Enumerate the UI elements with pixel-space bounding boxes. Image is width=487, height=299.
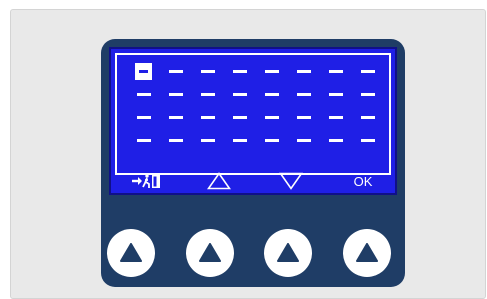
grid-cell-dash xyxy=(265,70,279,73)
grid-cell-dash xyxy=(201,139,215,142)
softkey-down[interactable] xyxy=(255,171,327,191)
triangle-up-filled-icon xyxy=(277,243,299,262)
grid-cell-dash xyxy=(233,70,247,73)
grid-cell-dash xyxy=(297,70,311,73)
grid-cell-dash xyxy=(329,139,343,142)
grid-cell-dash xyxy=(297,139,311,142)
grid-cell-dash xyxy=(137,116,151,119)
hardware-button-3[interactable] xyxy=(264,229,312,277)
grid-cell-dash xyxy=(201,70,215,73)
softkey-ok[interactable]: OK xyxy=(327,171,399,191)
hardware-buttons xyxy=(101,229,405,279)
triangle-up-filled-icon xyxy=(120,243,142,262)
cursor-cell xyxy=(135,63,152,80)
softkey-exit[interactable] xyxy=(111,171,183,191)
grid-cell-dash xyxy=(233,93,247,96)
exit-door-icon xyxy=(132,174,160,188)
ok-label: OK xyxy=(353,173,373,189)
grid-cell-dash xyxy=(137,93,151,96)
control-device: OK xyxy=(101,39,405,287)
grid-cell-dash xyxy=(169,70,183,73)
hardware-button-4[interactable] xyxy=(343,229,391,277)
grid-cell-dash xyxy=(297,116,311,119)
grid-cell-dash xyxy=(201,116,215,119)
triangle-up-outline-icon xyxy=(207,172,231,190)
display-frame xyxy=(115,53,391,175)
grid-cell-dash xyxy=(329,116,343,119)
hardware-button-1[interactable] xyxy=(107,229,155,277)
grid-cell-dash xyxy=(329,70,343,73)
grid-cell-dash xyxy=(233,139,247,142)
grid-cell-dash xyxy=(233,116,247,119)
grid-cell-dash xyxy=(329,93,343,96)
grid-cell-dash xyxy=(361,70,375,73)
cursor-dash xyxy=(139,70,148,73)
grid-cell-dash xyxy=(361,93,375,96)
grid-cell-dash xyxy=(265,139,279,142)
hardware-button-2[interactable] xyxy=(186,229,234,277)
softkey-bar: OK xyxy=(111,171,395,191)
grid-cell-dash xyxy=(265,116,279,119)
triangle-up-filled-icon xyxy=(356,243,378,262)
grid-cell-dash xyxy=(169,116,183,119)
lcd-screen: OK xyxy=(109,47,397,195)
grid-cell-dash xyxy=(297,93,311,96)
grid-cell-dash xyxy=(361,116,375,119)
grid-cell-dash xyxy=(265,93,279,96)
triangle-down-outline-icon xyxy=(279,172,303,190)
grid-cell-dash xyxy=(201,93,215,96)
grid-cell-dash xyxy=(137,139,151,142)
grid-cell-dash xyxy=(169,93,183,96)
grid-cell-dash xyxy=(169,139,183,142)
softkey-up[interactable] xyxy=(183,171,255,191)
triangle-up-filled-icon xyxy=(199,243,221,262)
grid-cell-dash xyxy=(361,139,375,142)
